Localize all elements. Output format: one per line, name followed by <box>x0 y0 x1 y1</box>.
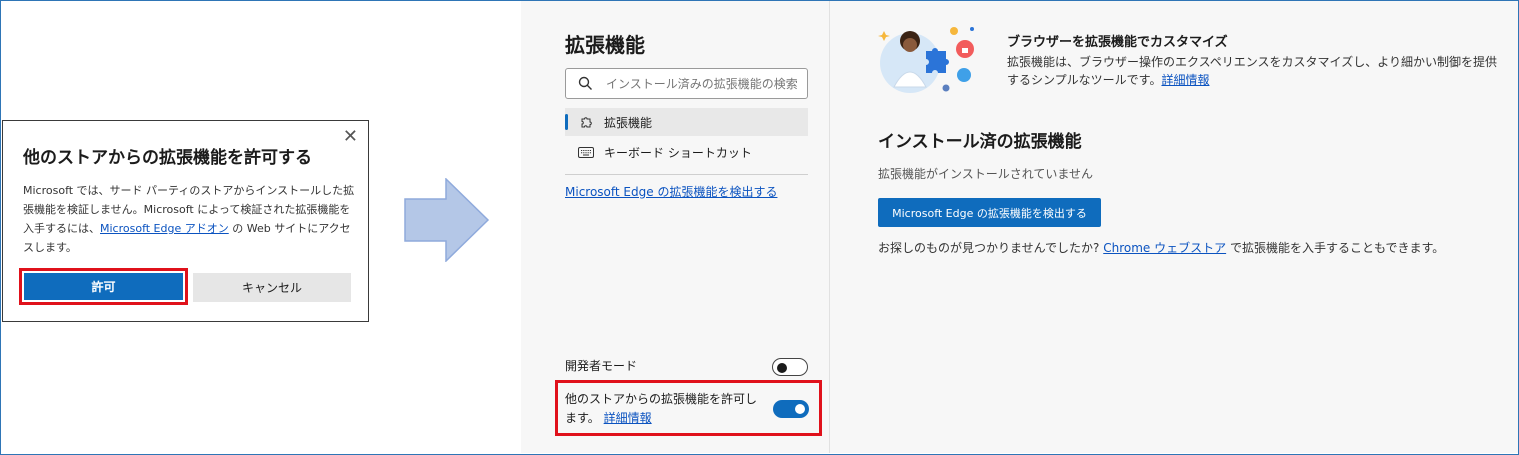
allow-other-stores-dialog: ✕ 他のストアからの拡張機能を許可する Microsoft では、サード パーテ… <box>2 120 369 322</box>
toggle-knob <box>795 404 805 414</box>
discover-extensions-button[interactable]: Microsoft Edge の拡張機能を検出する <box>878 198 1101 227</box>
dialog-body: Microsoft では、サード パーティのストアからインストールした拡張機能を… <box>23 181 358 257</box>
nav-item-label: 拡張機能 <box>604 115 653 130</box>
chrome-store-hint-text-end: で拡張機能を入手することもできます。 <box>1226 241 1445 255</box>
installed-extensions-title: インストール済の拡張機能 <box>878 132 1082 152</box>
search-icon <box>578 76 593 95</box>
extensions-hero-illustration <box>878 27 974 93</box>
active-indicator <box>565 114 568 130</box>
edge-addons-link[interactable]: Microsoft Edge アドオン <box>100 222 229 235</box>
developer-mode-label: 開発者モード <box>565 359 638 373</box>
allow-highlight-box: 許可 <box>19 268 188 305</box>
cancel-button[interactable]: キャンセル <box>193 273 351 302</box>
chrome-store-hint: お探しのものが見つかりませんでしたか? Chrome ウェブストア で拡張機能を… <box>878 239 1444 256</box>
hero-title: ブラウザーを拡張機能でカスタマイズ <box>1007 35 1228 50</box>
chrome-web-store-link[interactable]: Chrome ウェブストア <box>1103 241 1226 255</box>
puzzle-icon <box>578 115 594 129</box>
hero-description: 拡張機能は、ブラウザー操作のエクスペリエンスをカスタマイズし、より細かい制御を提… <box>1007 53 1497 89</box>
nav-item-extensions[interactable]: 拡張機能 <box>565 108 808 136</box>
dialog-title: 他のストアからの拡張機能を許可する <box>23 148 312 168</box>
extensions-main: ブラウザーを拡張機能でカスタマイズ 拡張機能は、ブラウザー操作のエクスペリエンス… <box>830 1 1518 453</box>
keyboard-icon <box>578 146 594 158</box>
chrome-store-hint-text: お探しのものが見つかりませんでしたか? <box>878 241 1104 255</box>
nav-item-label: キーボード ショートカット <box>604 145 752 160</box>
sidebar-divider <box>565 174 808 175</box>
no-extensions-message: 拡張機能がインストールされていません <box>878 167 1094 181</box>
hero-description-text: 拡張機能は、ブラウザー操作のエクスペリエンスをカスタマイズし、より細かい制御を提… <box>1007 55 1497 87</box>
search-box[interactable] <box>565 68 808 99</box>
nav-item-keyboard-shortcuts[interactable]: キーボード ショートカット <box>565 138 808 166</box>
other-store-setting: 他のストアからの拡張機能を許可します。 詳細情報 <box>565 390 765 428</box>
other-store-learn-more-link[interactable]: 詳細情報 <box>604 411 652 425</box>
hero-learn-more-link[interactable]: 詳細情報 <box>1161 73 1209 87</box>
other-store-label: 他のストアからの拡張機能を許可します。 <box>565 392 758 425</box>
extensions-sidebar: 拡張機能 拡張機能 キーボード ショートカット Microsoft Edge の… <box>521 1 830 453</box>
other-store-highlight-box: 他のストアからの拡張機能を許可します。 詳細情報 <box>555 380 822 436</box>
sidebar-title: 拡張機能 <box>565 33 645 57</box>
search-input[interactable] <box>606 73 801 94</box>
developer-mode-toggle[interactable] <box>772 358 808 376</box>
toggle-knob <box>777 362 787 373</box>
discover-extensions-link[interactable]: Microsoft Edge の拡張機能を検出する <box>565 183 777 200</box>
other-store-toggle[interactable] <box>773 400 809 418</box>
allow-button[interactable]: 許可 <box>24 273 183 300</box>
right-arrow-icon <box>404 178 490 262</box>
close-icon[interactable]: ✕ <box>343 127 358 147</box>
